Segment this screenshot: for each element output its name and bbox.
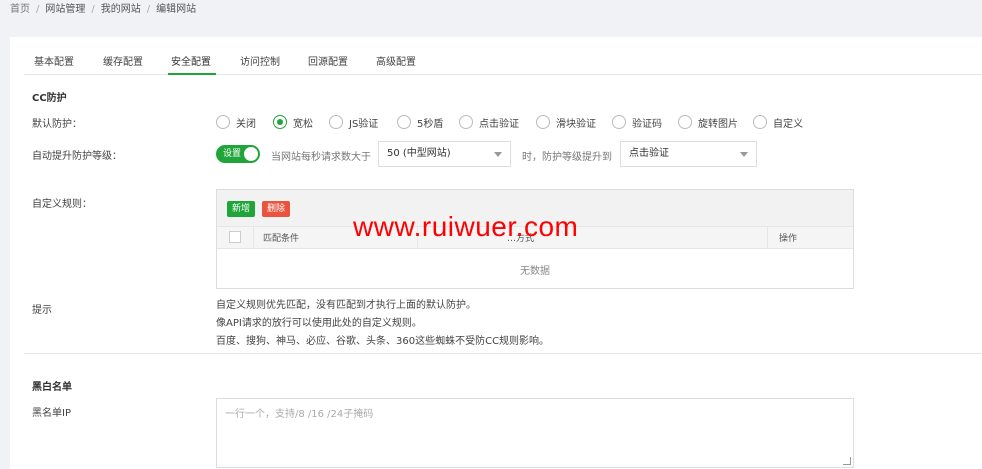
col-operations: 操作 [779,234,798,244]
tip-line: 自定义规则优先匹配，没有匹配到才执行上面的默认防护。 [216,300,476,311]
radio-circle [612,115,626,129]
auto-escalate-label: 自动提升防护等级： [32,151,122,162]
section-divider [24,353,982,354]
radio-label: 滑块验证 [556,118,596,130]
column-divider [767,227,768,249]
radio-label: 关闭 [236,118,256,130]
tab-origin[interactable]: 回源配置 [308,53,348,68]
radio-label: 验证码 [632,118,662,130]
breadcrumb-separator: / [146,4,151,15]
radio-circle [536,115,550,129]
escalate-level-select[interactable]: 点击验证 [620,141,757,167]
custom-rules-label: 自定义规则： [32,199,92,210]
empty-state-text: 无数据 [520,266,550,277]
radio-label: 点击验证 [479,118,519,130]
breadcrumb-home[interactable]: 首页 [10,4,30,15]
tab-advanced[interactable]: 高级配置 [376,53,416,68]
column-divider [253,227,254,249]
tab-basic[interactable]: 基本配置 [34,53,74,68]
watermark-text: www.ruiwuer.com [353,211,579,242]
chevron-down-icon [740,152,748,157]
breadcrumb-my-sites[interactable]: 我的网站 [101,4,141,15]
breadcrumb: 首页 / 网站管理 / 我的网站 / 编辑网站 [10,3,196,17]
radio-circle [678,115,692,129]
breadcrumb-current: 编辑网站 [156,4,197,15]
radio-circle-checked [273,115,287,129]
toggle-text: 设置 [223,149,242,159]
radio-label: 宽松 [293,118,313,130]
tab-access-control[interactable]: 访问控制 [240,53,280,68]
delete-rule-button[interactable]: 删除 [262,201,291,217]
add-rule-button[interactable]: 新增 [227,201,256,217]
radio-captcha[interactable]: 验证码 [612,113,662,131]
auto-escalate-toggle[interactable]: 设置 [216,145,260,163]
tip-line: 像API请求的放行可以使用此处的自定义规则。 [216,318,422,329]
toggle-knob [244,147,258,161]
chevron-down-icon [494,152,502,157]
tip-line: 百度、搜狗、神马、必应、谷歌、头条、360这些蜘蛛不受防CC规则影响。 [216,336,550,347]
escalate-level-value: 点击验证 [629,148,669,159]
rps-threshold-select[interactable]: 50 (中型网站) [378,141,511,167]
tips-label: 提示 [32,305,52,316]
rps-prefix-text: 当网站每秒请求数大于 [271,152,371,163]
select-all-checkbox[interactable] [229,231,241,243]
radio-click-verify[interactable]: 点击验证 [459,113,519,131]
active-tab-indicator [168,73,216,75]
default-protection-label: 默认防护： [32,119,82,130]
radio-circle [216,115,230,129]
radio-loose[interactable]: 宽松 [273,113,313,131]
radio-circle [397,115,411,129]
blackwhite-section-title: 黑白名单 [32,382,72,393]
tips-list: 自定义规则优先匹配，没有匹配到才执行上面的默认防护。 像API请求的放行可以使用… [216,297,549,351]
radio-slider-verify[interactable]: 滑块验证 [536,113,596,131]
radio-off[interactable]: 关闭 [216,113,256,131]
radio-js-verify[interactable]: JS验证 [329,113,378,131]
escalate-middle-text: 时，防护等级提升到 [522,152,612,163]
blacklist-ip-placeholder: 一行一个，支持/8 /16 /24子掩码 [225,409,374,420]
radio-circle [459,115,473,129]
radio-circle [753,115,767,129]
radio-custom[interactable]: 自定义 [753,113,803,131]
col-match-condition: 匹配条件 [263,234,300,244]
breadcrumb-separator: / [36,4,40,15]
radio-rotate-image[interactable]: 旋转图片 [678,113,738,131]
cc-section-title: CC防护 [32,93,67,104]
blacklist-ip-textarea[interactable]: 一行一个，支持/8 /16 /24子掩码 [216,398,854,468]
edit-site-panel: 基本配置 缓存配置 安全配置 访问控制 回源配置 高级配置 CC防护 默认防护：… [10,37,982,469]
breadcrumb-separator: / [91,4,95,15]
radio-circle [329,115,343,129]
breadcrumb-site-management[interactable]: 网站管理 [45,4,85,15]
radio-label: 旋转图片 [698,118,738,130]
blacklist-ip-label: 黑名单IP [32,408,71,419]
radio-5s-shield[interactable]: 5秒盾 [397,113,443,131]
tab-cache[interactable]: 缓存配置 [103,53,143,68]
resize-handle-icon[interactable] [843,457,851,465]
tab-security[interactable]: 安全配置 [171,53,211,68]
radio-label: 自定义 [773,118,803,130]
radio-label: JS验证 [349,118,379,130]
rps-threshold-value: 50 (中型网站) [387,148,451,159]
radio-label: 5秒盾 [417,118,444,130]
config-tabs: 基本配置 缓存配置 安全配置 访问控制 回源配置 高级配置 [24,45,982,75]
